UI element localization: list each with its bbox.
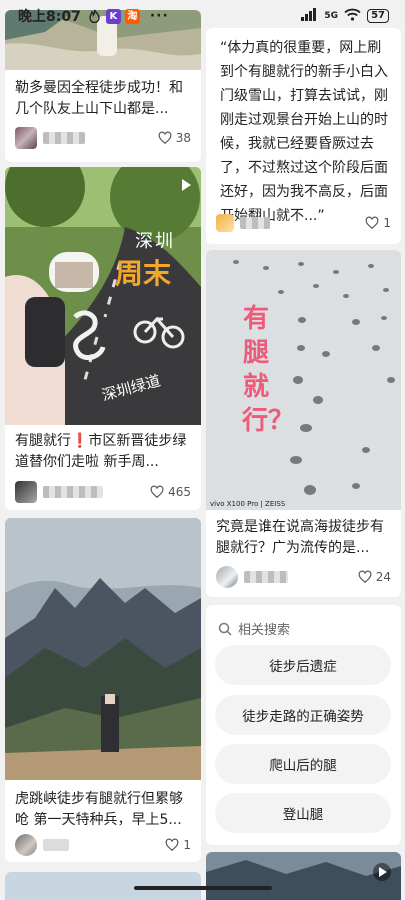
note-title: 究竟是谁在说高海拔徒步有腿就行？广为流传的是... (216, 519, 384, 556)
author-name-blurred (43, 839, 69, 851)
signal-label: 5G (324, 11, 339, 21)
related-search-item[interactable]: 徒步后遗症 (215, 645, 391, 685)
related-search-title: 相关搜索 (238, 623, 291, 638)
author-avatar[interactable] (15, 481, 37, 503)
related-search-item[interactable]: 登山腿 (215, 793, 391, 833)
note-cover-image: 深圳 周末 深圳绿道 (5, 167, 201, 425)
author-name-blurred (43, 132, 85, 144)
author-avatar[interactable] (15, 127, 37, 149)
app-taobao-icon: 淘 (124, 8, 140, 24)
note-footer: 1 (15, 834, 191, 856)
like-count: 465 (168, 485, 191, 499)
note-card[interactable]: 有腿就行？ vivo X100 Pro | ZEISS 究竟是谁在说高海拔徒步有… (206, 250, 401, 597)
related-search-item[interactable]: 徒步走路的正确姿势 (215, 695, 391, 735)
heart-icon (165, 838, 179, 852)
related-search-panel: 相关搜索 徒步后遗症 徒步走路的正确姿势 爬山后的腿 登山腿 (206, 605, 401, 845)
note-card[interactable]: “体力真的很重要，网上刷到个有腿就行的新手小白入门级雪山，打算去试试，刚刚走过观… (206, 28, 401, 244)
note-title: 勒多曼因全程徒步成功！和几个队友上山下山都是... (15, 80, 183, 117)
home-indicator[interactable] (134, 886, 272, 890)
note-title: 虎跳峡徒步有腿就行但累够呛 第一天特种兵，早上5... (15, 791, 183, 828)
note-footer: 24 (216, 566, 391, 588)
note-cover-image: 有腿就行？ vivo X100 Pro | ZEISS (206, 250, 401, 510)
heart-icon (150, 485, 164, 499)
related-search-heading: 相关搜索 (218, 619, 290, 638)
like-button[interactable]: 1 (165, 838, 191, 852)
overlay-text: 深圳 (135, 231, 175, 252)
like-count: 24 (375, 570, 391, 584)
note-cover-image (206, 852, 401, 900)
battery-indicator: 57 (367, 9, 389, 23)
note-title: 有腿就行❗️市区新晋徒步绿道替你们走啦 新手周... (15, 433, 187, 470)
author-name-blurred (244, 571, 288, 583)
note-footer: 465 (15, 481, 191, 503)
note-card[interactable] (206, 852, 401, 900)
note-card[interactable]: 勒多曼因全程徒步成功！和几个队友上山下山都是... 38 (5, 10, 201, 162)
video-play-icon (182, 179, 191, 191)
note-card[interactable]: 深圳 周末 深圳绿道 有腿就行❗️市区新晋徒步绿道替你们走啦 新手周... 46… (5, 167, 201, 510)
note-footer: 38 (15, 127, 191, 149)
related-search-item[interactable]: 爬山后的腿 (215, 744, 391, 784)
author-name-blurred (43, 486, 103, 498)
like-count: 38 (175, 131, 191, 145)
note-cover-image (5, 518, 201, 780)
app-k-icon: K (105, 8, 121, 24)
signal-icon (301, 8, 323, 24)
author-avatar[interactable] (15, 834, 37, 856)
heart-icon (358, 570, 372, 584)
note-card[interactable]: 虎跳峡徒步有腿就行但累够呛 第一天特种兵，早上5... 1 (5, 518, 201, 862)
search-icon (218, 622, 232, 636)
like-count: 1 (183, 838, 191, 852)
author-name-blurred (240, 217, 270, 229)
like-button[interactable]: 465 (150, 485, 191, 499)
overlay-text: 周末 (115, 257, 172, 290)
author-avatar[interactable] (216, 214, 234, 232)
note-footer: 1 (216, 212, 391, 234)
more-status-icon: ··· (149, 8, 169, 24)
like-button[interactable]: 1 (365, 216, 391, 230)
like-button[interactable]: 38 (158, 131, 191, 145)
author-avatar[interactable] (216, 566, 238, 588)
camera-watermark: vivo X100 Pro | ZEISS (210, 500, 286, 508)
overlay-text: 有腿就行？ (242, 304, 295, 436)
status-bar: 晚上8:07 K 淘 ··· 5G 57 (0, 0, 405, 32)
like-count: 1 (383, 216, 391, 230)
note-quote: “体力真的很重要，网上刷到个有腿就行的新手小白入门级雪山，打算去试试，刚刚走过观… (220, 40, 388, 224)
status-time: 晚上8:07 (18, 9, 81, 25)
like-button[interactable]: 24 (358, 570, 391, 584)
heart-icon (365, 216, 379, 230)
heart-icon (158, 131, 172, 145)
flame-icon (87, 9, 102, 24)
wifi-icon (344, 8, 361, 24)
